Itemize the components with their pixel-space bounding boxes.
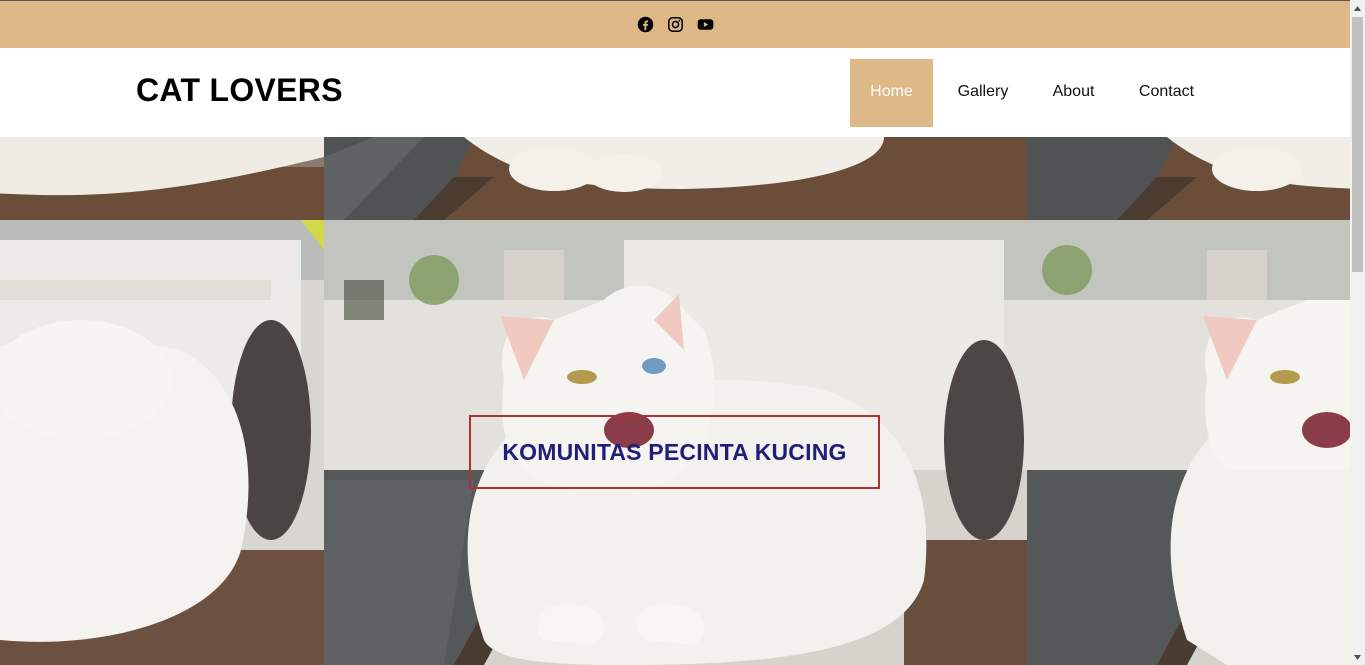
youtube-icon[interactable] — [697, 16, 714, 33]
vertical-scrollbar[interactable] — [1350, 0, 1365, 665]
scrollbar-thumb[interactable] — [1352, 17, 1363, 272]
main-nav: Home Gallery About Contact — [850, 59, 1219, 127]
nav-gallery[interactable]: Gallery — [933, 59, 1033, 127]
hero-banner-title: KOMUNITAS PECINTA KUCING — [502, 438, 847, 465]
nav-about[interactable]: About — [1033, 59, 1114, 127]
nav-contact[interactable]: Contact — [1114, 59, 1219, 127]
site-logo[interactable]: CAT LOVERS — [136, 72, 343, 109]
instagram-icon[interactable] — [667, 16, 684, 33]
social-bar — [0, 0, 1350, 48]
hero-image-tile — [1027, 220, 1350, 665]
scroll-up-arrow-icon[interactable] — [1350, 0, 1365, 16]
hero-image-tile — [324, 137, 1027, 220]
facebook-icon[interactable] — [637, 16, 654, 33]
scroll-down-arrow-icon[interactable] — [1350, 649, 1365, 665]
hero-banner: KOMUNITAS PECINTA KUCING — [469, 415, 880, 489]
hero-image-tile — [1027, 137, 1350, 220]
hero-image-tile — [0, 220, 324, 665]
site-header: CAT LOVERS Home Gallery About Contact — [0, 48, 1350, 137]
hero-image-tile — [0, 137, 324, 220]
nav-home[interactable]: Home — [850, 59, 933, 127]
hero-section: KOMUNITAS PECINTA KUCING — [0, 137, 1350, 665]
